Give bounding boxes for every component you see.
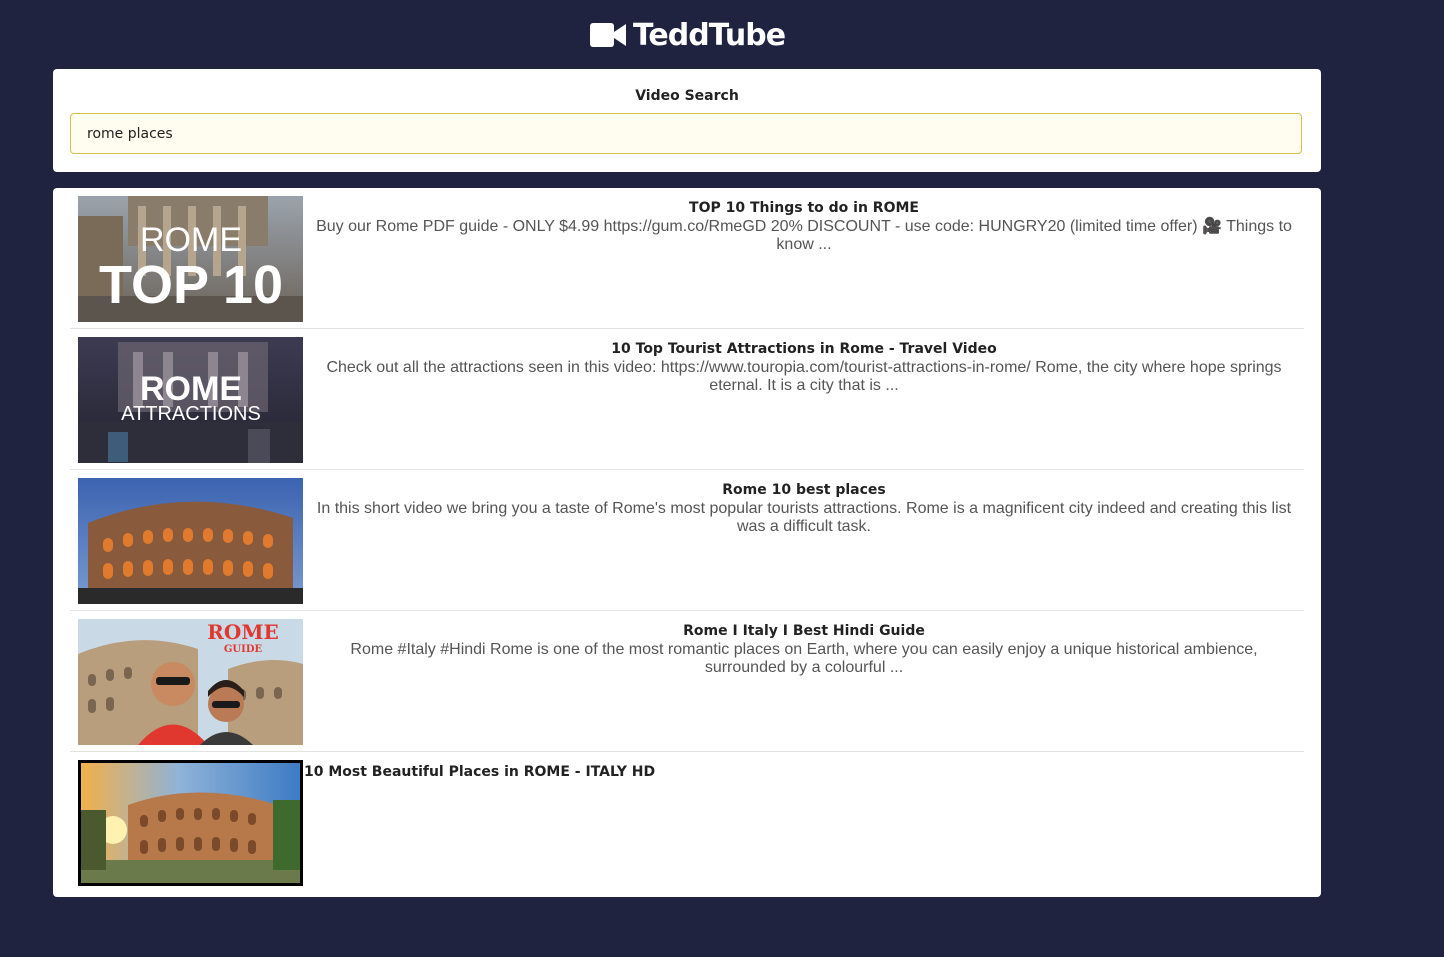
video-title[interactable]: Rome 10 best places — [312, 481, 1296, 499]
video-thumbnail[interactable]: ROME GUIDE — [78, 619, 303, 745]
video-details: Rome 10 best places In this short video … — [312, 481, 1296, 536]
video-thumbnail[interactable]: ROME ATTRACTIONS — [78, 337, 303, 463]
video-thumbnail[interactable] — [78, 478, 303, 604]
video-description: Rome #Italy #Hindi Rome is one of the mo… — [350, 641, 1258, 676]
thumbnail-image: ROME ATTRACTIONS — [78, 337, 303, 463]
video-details: 10 Most Beautiful Places in ROME - ITALY… — [304, 763, 1288, 782]
video-item[interactable]: ROME ATTRACTIONS 10 Top Tourist Attracti… — [70, 329, 1304, 470]
video-item[interactable]: ROME TOP 10 TOP 10 Things to do in ROME … — [70, 188, 1304, 329]
app-header: TeddTube — [0, 14, 1374, 56]
thumb-text-2: TOP 10 — [99, 255, 283, 315]
thumb-text-1: ROME — [207, 620, 278, 644]
video-item[interactable]: 10 Most Beautiful Places in ROME - ITALY… — [70, 752, 1304, 893]
video-details: Rome I Italy I Best Hindi Guide Rome #It… — [312, 622, 1296, 677]
app-title: TeddTube — [632, 17, 786, 53]
video-camera-icon — [589, 23, 626, 47]
video-thumbnail[interactable] — [78, 760, 303, 886]
search-input[interactable] — [70, 113, 1302, 154]
video-description: In this short video we bring you a taste… — [316, 500, 1292, 535]
video-thumbnail[interactable]: ROME TOP 10 — [78, 196, 303, 322]
thumbnail-image — [78, 478, 303, 604]
video-title[interactable]: 10 Top Tourist Attractions in Rome - Tra… — [312, 340, 1296, 358]
search-label: Video Search — [635, 88, 739, 104]
video-description: Check out all the attractions seen in th… — [326, 359, 1282, 394]
thumb-text-1: ROME — [140, 221, 242, 259]
video-title[interactable]: TOP 10 Things to do in ROME — [312, 199, 1296, 217]
video-list: ROME TOP 10 TOP 10 Things to do in ROME … — [53, 188, 1321, 897]
video-details: TOP 10 Things to do in ROME Buy our Rome… — [312, 199, 1296, 254]
thumbnail-image: ROME TOP 10 — [78, 196, 303, 322]
thumbnail-image — [78, 760, 303, 886]
video-item[interactable]: ROME GUIDE Rome I Italy I Best Hindi Gui… — [70, 611, 1304, 752]
video-description: Buy our Rome PDF guide - ONLY $4.99 http… — [316, 218, 1292, 253]
video-title[interactable]: 10 Most Beautiful Places in ROME - ITALY… — [304, 763, 1288, 781]
thumb-text-2: GUIDE — [224, 644, 263, 655]
thumb-text-2: ATTRACTIONS — [121, 403, 261, 425]
video-title[interactable]: Rome I Italy I Best Hindi Guide — [312, 622, 1296, 640]
video-details: 10 Top Tourist Attractions in Rome - Tra… — [312, 340, 1296, 395]
video-item[interactable]: Rome 10 best places In this short video … — [70, 470, 1304, 611]
thumbnail-image: ROME GUIDE — [78, 619, 303, 745]
search-panel: Video Search — [53, 69, 1321, 172]
